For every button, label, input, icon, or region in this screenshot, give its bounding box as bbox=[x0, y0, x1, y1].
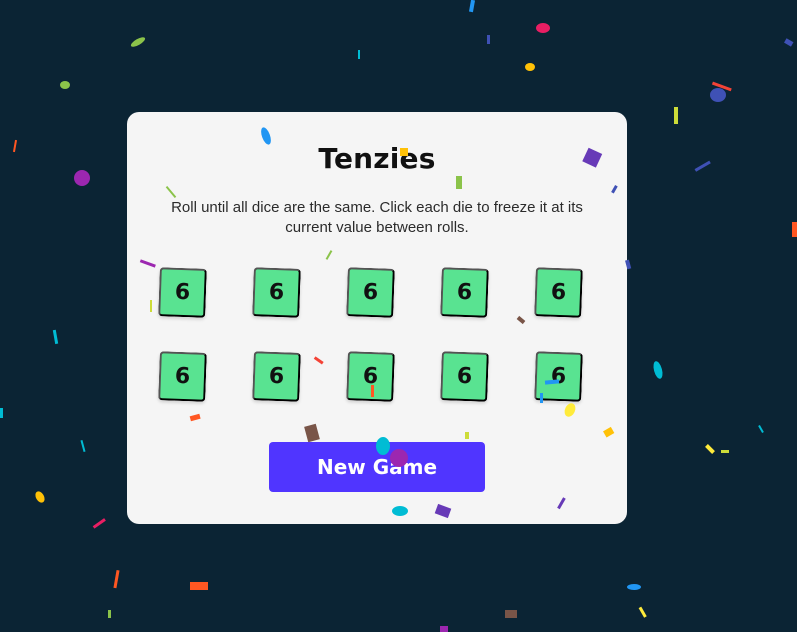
confetti-piece bbox=[505, 610, 517, 618]
die-8[interactable]: 6 bbox=[346, 351, 395, 402]
confetti-piece bbox=[710, 88, 726, 102]
confetti-piece bbox=[108, 610, 111, 618]
die-3[interactable]: 6 bbox=[346, 267, 395, 318]
die-2[interactable]: 6 bbox=[252, 267, 301, 318]
die-5[interactable]: 6 bbox=[534, 267, 583, 318]
dice-grid: 6 6 6 6 6 6 6 6 6 6 bbox=[158, 267, 595, 402]
confetti-piece bbox=[674, 107, 678, 124]
die-10[interactable]: 6 bbox=[534, 351, 583, 402]
confetti-piece bbox=[721, 450, 729, 453]
confetti-piece bbox=[0, 408, 3, 418]
confetti-piece bbox=[190, 582, 208, 590]
confetti-piece bbox=[358, 50, 360, 59]
instructions-text: Roll until all dice are the same. Click … bbox=[171, 199, 583, 236]
confetti-piece bbox=[80, 439, 86, 453]
confetti-piece bbox=[711, 81, 732, 92]
confetti-piece bbox=[60, 81, 70, 89]
die-9[interactable]: 6 bbox=[440, 351, 489, 402]
confetti-piece bbox=[35, 491, 45, 503]
die-4[interactable]: 6 bbox=[440, 267, 489, 318]
confetti-piece bbox=[694, 160, 711, 172]
confetti-piece bbox=[52, 329, 59, 345]
die-6[interactable]: 6 bbox=[158, 351, 207, 402]
confetti-piece bbox=[12, 139, 18, 153]
confetti-piece bbox=[468, 0, 476, 13]
confetti-piece bbox=[705, 444, 715, 454]
confetti-piece bbox=[130, 37, 146, 47]
confetti-piece bbox=[758, 425, 764, 433]
confetti-piece bbox=[653, 361, 663, 379]
new-game-button[interactable]: New Game bbox=[269, 442, 485, 492]
page-title: Tenzies bbox=[318, 142, 436, 175]
confetti-piece bbox=[536, 23, 550, 33]
confetti-piece bbox=[440, 626, 448, 632]
confetti-piece bbox=[525, 63, 535, 71]
confetti-piece bbox=[627, 584, 641, 590]
confetti-piece bbox=[487, 35, 490, 44]
die-7[interactable]: 6 bbox=[252, 351, 301, 402]
confetti-piece bbox=[784, 38, 794, 47]
confetti-piece bbox=[792, 222, 797, 237]
confetti-piece bbox=[638, 606, 647, 618]
confetti-piece bbox=[92, 518, 106, 529]
confetti-piece bbox=[74, 170, 90, 186]
confetti-piece bbox=[113, 569, 120, 589]
die-1[interactable]: 6 bbox=[158, 267, 207, 318]
tenzies-card: Tenzies Roll until all dice are the same… bbox=[127, 112, 627, 524]
